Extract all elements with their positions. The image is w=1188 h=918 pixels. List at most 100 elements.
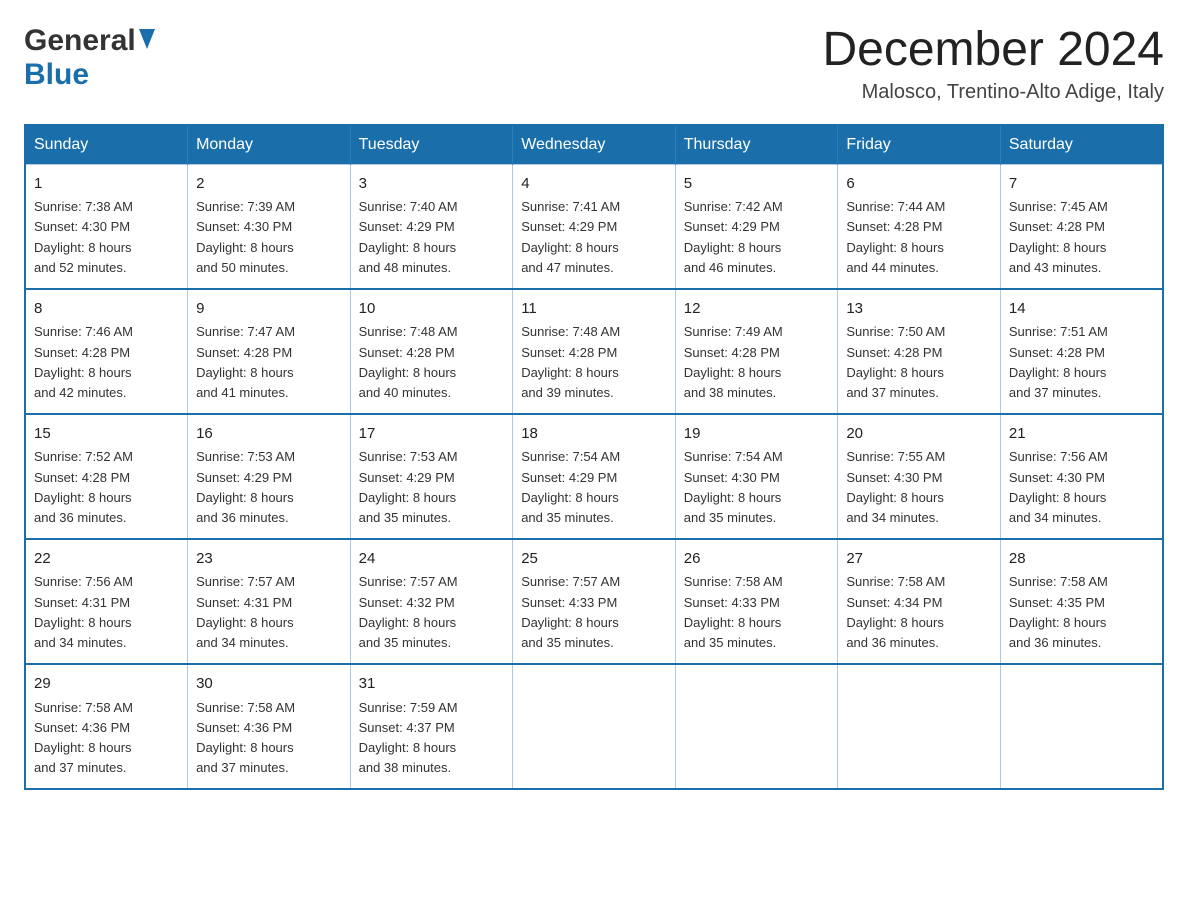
calendar-cell xyxy=(838,664,1001,789)
day-number: 21 xyxy=(1009,423,1154,446)
day-number: 15 xyxy=(34,423,179,446)
week-row-4: 22 Sunrise: 7:56 AMSunset: 4:31 PMDayligh… xyxy=(25,539,1163,664)
day-number: 1 xyxy=(34,173,179,196)
day-info: Sunrise: 7:58 AMSunset: 4:36 PMDaylight:… xyxy=(196,700,295,775)
day-number: 20 xyxy=(846,423,992,446)
day-info: Sunrise: 7:42 AMSunset: 4:29 PMDaylight:… xyxy=(684,199,783,274)
week-row-1: 1 Sunrise: 7:38 AMSunset: 4:30 PMDaylight… xyxy=(25,164,1163,289)
calendar-cell: 3Sunrise: 7:40 AMSunset: 4:29 PMDaylight… xyxy=(350,164,513,289)
header-wednesday: Wednesday xyxy=(513,125,676,165)
day-info: Sunrise: 7:56 AMSunset: 4:30 PMDaylight:… xyxy=(1009,449,1108,524)
day-info: Sunrise: 7:44 AMSunset: 4:28 PMDaylight:… xyxy=(846,199,945,274)
calendar-cell: 30 Sunrise: 7:58 AMSunset: 4:36 PMDayligh… xyxy=(188,664,351,789)
week-row-2: 8 Sunrise: 7:46 AMSunset: 4:28 PMDaylight… xyxy=(25,289,1163,414)
calendar-cell: 26Sunrise: 7:58 AMSunset: 4:33 PMDayligh… xyxy=(675,539,838,664)
day-number: 27 xyxy=(846,548,992,571)
day-info: Sunrise: 7:58 AMSunset: 4:36 PMDaylight:… xyxy=(34,700,133,775)
day-number: 9 xyxy=(196,298,342,321)
logo-blue: Blue xyxy=(24,58,89,91)
header-sunday: Sunday xyxy=(25,125,188,165)
day-info: Sunrise: 7:58 AMSunset: 4:34 PMDaylight:… xyxy=(846,574,945,649)
logo-arrow-icon xyxy=(139,29,155,54)
header-monday: Monday xyxy=(188,125,351,165)
day-number: 14 xyxy=(1009,298,1154,321)
calendar-cell: 8 Sunrise: 7:46 AMSunset: 4:28 PMDaylight… xyxy=(25,289,188,414)
day-info: Sunrise: 7:46 AMSunset: 4:28 PMDaylight:… xyxy=(34,324,133,399)
day-number: 17 xyxy=(359,423,505,446)
calendar-cell: 7 Sunrise: 7:45 AMSunset: 4:28 PMDaylight… xyxy=(1000,164,1163,289)
day-number: 5 xyxy=(684,173,830,196)
calendar-cell: 23Sunrise: 7:57 AMSunset: 4:31 PMDayligh… xyxy=(188,539,351,664)
day-info: Sunrise: 7:50 AMSunset: 4:28 PMDaylight:… xyxy=(846,324,945,399)
day-number: 18 xyxy=(521,423,667,446)
calendar-cell: 27 Sunrise: 7:58 AMSunset: 4:34 PMDayligh… xyxy=(838,539,1001,664)
day-number: 8 xyxy=(34,298,179,321)
calendar-cell: 10Sunrise: 7:48 AMSunset: 4:28 PMDayligh… xyxy=(350,289,513,414)
day-number: 26 xyxy=(684,548,830,571)
day-info: Sunrise: 7:51 AMSunset: 4:28 PMDaylight:… xyxy=(1009,324,1108,399)
calendar-cell: 9 Sunrise: 7:47 AMSunset: 4:28 PMDaylight… xyxy=(188,289,351,414)
title-area: December 2024 Malosco, Trentino-Alto Adi… xyxy=(822,24,1164,104)
day-number: 24 xyxy=(359,548,505,571)
day-number: 4 xyxy=(521,173,667,196)
calendar-cell: 22 Sunrise: 7:56 AMSunset: 4:31 PMDayligh… xyxy=(25,539,188,664)
logo: General Blue xyxy=(24,24,155,92)
month-year-title: December 2024 xyxy=(822,24,1164,77)
day-number: 13 xyxy=(846,298,992,321)
calendar-cell: 16 Sunrise: 7:53 AMSunset: 4:29 PMDayligh… xyxy=(188,414,351,539)
calendar-body: 1 Sunrise: 7:38 AMSunset: 4:30 PMDaylight… xyxy=(25,164,1163,789)
calendar-cell: 13 Sunrise: 7:50 AMSunset: 4:28 PMDayligh… xyxy=(838,289,1001,414)
location-subtitle: Malosco, Trentino-Alto Adige, Italy xyxy=(822,81,1164,104)
calendar-table: SundayMondayTuesdayWednesdayThursdayFrid… xyxy=(24,124,1164,790)
day-number: 16 xyxy=(196,423,342,446)
day-info: Sunrise: 7:38 AMSunset: 4:30 PMDaylight:… xyxy=(34,199,133,274)
day-info: Sunrise: 7:48 AMSunset: 4:28 PMDaylight:… xyxy=(521,324,620,399)
day-number: 6 xyxy=(846,173,992,196)
calendar-cell: 11 Sunrise: 7:48 AMSunset: 4:28 PMDayligh… xyxy=(513,289,676,414)
day-info: Sunrise: 7:45 AMSunset: 4:28 PMDaylight:… xyxy=(1009,199,1108,274)
calendar-cell xyxy=(513,664,676,789)
day-info: Sunrise: 7:39 AMSunset: 4:30 PMDaylight:… xyxy=(196,199,295,274)
calendar-cell: 19Sunrise: 7:54 AMSunset: 4:30 PMDayligh… xyxy=(675,414,838,539)
day-number: 29 xyxy=(34,673,179,696)
day-number: 28 xyxy=(1009,548,1154,571)
calendar-cell: 15Sunrise: 7:52 AMSunset: 4:28 PMDayligh… xyxy=(25,414,188,539)
logo-general: General xyxy=(24,24,136,58)
day-info: Sunrise: 7:53 AMSunset: 4:29 PMDaylight:… xyxy=(196,449,295,524)
day-info: Sunrise: 7:49 AMSunset: 4:28 PMDaylight:… xyxy=(684,324,783,399)
calendar-cell: 1 Sunrise: 7:38 AMSunset: 4:30 PMDaylight… xyxy=(25,164,188,289)
day-info: Sunrise: 7:57 AMSunset: 4:33 PMDaylight:… xyxy=(521,574,620,649)
day-info: Sunrise: 7:40 AMSunset: 4:29 PMDaylight:… xyxy=(359,199,458,274)
day-number: 22 xyxy=(34,548,179,571)
calendar-cell: 5 Sunrise: 7:42 AMSunset: 4:29 PMDaylight… xyxy=(675,164,838,289)
day-info: Sunrise: 7:47 AMSunset: 4:28 PMDaylight:… xyxy=(196,324,295,399)
calendar-cell: 18Sunrise: 7:54 AMSunset: 4:29 PMDayligh… xyxy=(513,414,676,539)
calendar-cell xyxy=(1000,664,1163,789)
calendar-cell: 24Sunrise: 7:57 AMSunset: 4:32 PMDayligh… xyxy=(350,539,513,664)
day-number: 30 xyxy=(196,673,342,696)
day-info: Sunrise: 7:53 AMSunset: 4:29 PMDaylight:… xyxy=(359,449,458,524)
day-info: Sunrise: 7:56 AMSunset: 4:31 PMDaylight:… xyxy=(34,574,133,649)
day-info: Sunrise: 7:58 AMSunset: 4:35 PMDaylight:… xyxy=(1009,574,1108,649)
calendar-cell: 29 Sunrise: 7:58 AMSunset: 4:36 PMDayligh… xyxy=(25,664,188,789)
day-info: Sunrise: 7:41 AMSunset: 4:29 PMDaylight:… xyxy=(521,199,620,274)
calendar-cell: 14 Sunrise: 7:51 AMSunset: 4:28 PMDayligh… xyxy=(1000,289,1163,414)
calendar-header: SundayMondayTuesdayWednesdayThursdayFrid… xyxy=(25,125,1163,165)
calendar-cell: 28 Sunrise: 7:58 AMSunset: 4:35 PMDayligh… xyxy=(1000,539,1163,664)
calendar-cell: 12 Sunrise: 7:49 AMSunset: 4:28 PMDayligh… xyxy=(675,289,838,414)
day-info: Sunrise: 7:55 AMSunset: 4:30 PMDaylight:… xyxy=(846,449,945,524)
calendar-cell: 6 Sunrise: 7:44 AMSunset: 4:28 PMDaylight… xyxy=(838,164,1001,289)
calendar-cell: 31Sunrise: 7:59 AMSunset: 4:37 PMDayligh… xyxy=(350,664,513,789)
day-number: 2 xyxy=(196,173,342,196)
calendar-cell: 4 Sunrise: 7:41 AMSunset: 4:29 PMDaylight… xyxy=(513,164,676,289)
calendar-cell: 2 Sunrise: 7:39 AMSunset: 4:30 PMDaylight… xyxy=(188,164,351,289)
day-info: Sunrise: 7:48 AMSunset: 4:28 PMDaylight:… xyxy=(359,324,458,399)
day-number: 7 xyxy=(1009,173,1154,196)
day-info: Sunrise: 7:57 AMSunset: 4:31 PMDaylight:… xyxy=(196,574,295,649)
day-info: Sunrise: 7:54 AMSunset: 4:30 PMDaylight:… xyxy=(684,449,783,524)
day-number: 12 xyxy=(684,298,830,321)
calendar-cell xyxy=(675,664,838,789)
day-number: 11 xyxy=(521,298,667,321)
header-thursday: Thursday xyxy=(675,125,838,165)
header-friday: Friday xyxy=(838,125,1001,165)
